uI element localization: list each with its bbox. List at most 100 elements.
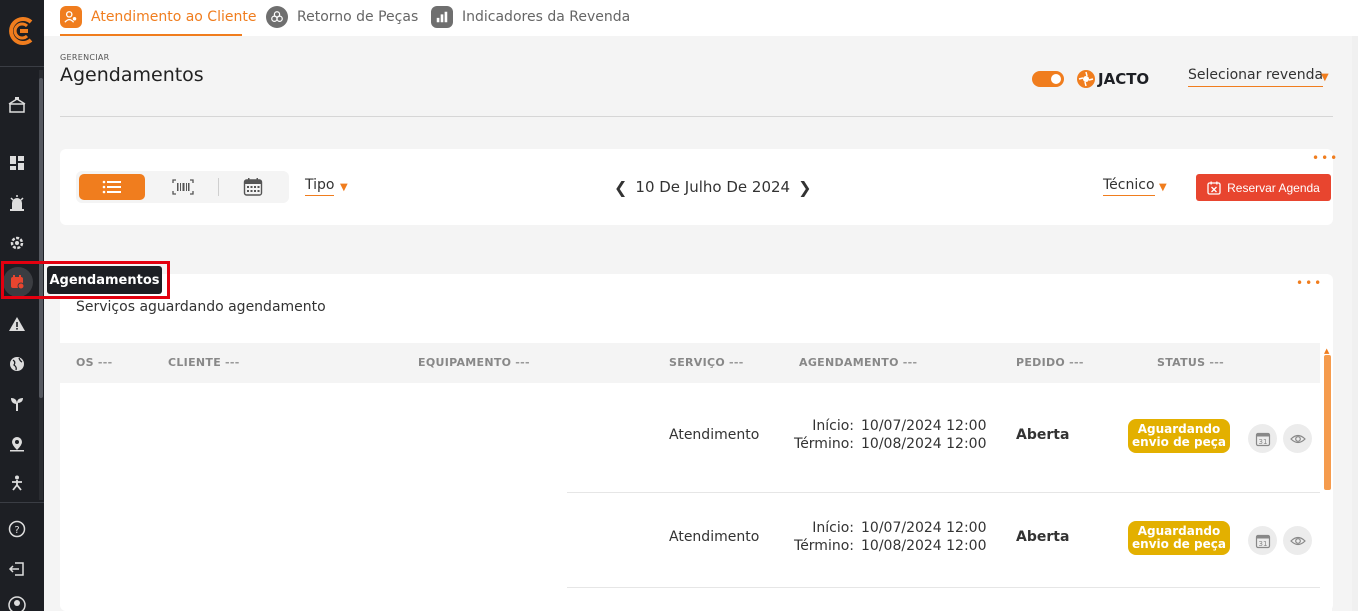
breadcrumb: GERENCIAR — [60, 53, 110, 62]
reservar-label: Reservar Agenda — [1227, 180, 1320, 195]
globe-icon[interactable] — [6, 353, 28, 375]
reservar-agenda-button[interactable]: Reservar Agenda — [1196, 174, 1331, 201]
calendar-grid-icon — [243, 178, 263, 196]
gear-icon[interactable] — [6, 232, 28, 254]
chevron-left-icon[interactable]: ❮ — [606, 178, 635, 197]
column-cliente[interactable]: CLIENTE --- — [168, 356, 240, 369]
calendar-view-button[interactable] — [230, 174, 276, 200]
sidebar-bottom-divider — [0, 502, 44, 503]
table-scroll-thumb[interactable] — [1324, 355, 1331, 490]
list-view-button[interactable] — [79, 174, 145, 200]
chevron-right-icon[interactable]: ❯ — [790, 178, 819, 197]
barcode-icon — [172, 179, 194, 195]
select-revenda-dropdown[interactable]: Selecionar revenda — [1188, 67, 1324, 87]
row-pedido: Aberta — [1016, 529, 1070, 545]
column-status[interactable]: STATUS --- — [1157, 356, 1224, 369]
column-options-icon[interactable]: --- — [98, 356, 113, 369]
page-title: Agendamentos — [60, 64, 204, 86]
toggle-knob — [1051, 74, 1061, 84]
svg-text:31: 31 — [1258, 540, 1267, 548]
status-badge: Aguardando envio de peça — [1128, 419, 1230, 453]
profile-icon[interactable] — [6, 594, 28, 611]
tecnico-dropdown[interactable]: Técnico — [1103, 177, 1155, 196]
tab-retorno-de-pecas[interactable]: Retorno de Peças — [266, 4, 418, 30]
tab-indicadores-da-revenda[interactable]: Indicadores da Revenda — [431, 4, 630, 30]
card-menu-dots-icon[interactable]: ••• — [1296, 276, 1323, 290]
jacto-logo-icon — [1077, 70, 1095, 88]
help-icon[interactable]: ? — [6, 518, 28, 540]
column-pedido[interactable]: PEDIDO --- — [1016, 356, 1084, 369]
calendar-31-icon: 31 — [1255, 534, 1270, 548]
highlight-box — [1, 261, 170, 299]
brand-name: JACTO — [1098, 70, 1150, 88]
schedule-button[interactable]: 31 — [1248, 424, 1277, 453]
parts-icon — [266, 6, 288, 28]
tab-atendimento-ao-cliente[interactable]: Atendimento ao Cliente — [60, 4, 256, 30]
row-inicio: 10/07/2024 12:00 — [861, 418, 987, 434]
schedule-button[interactable]: 31 — [1248, 526, 1277, 555]
person-icon[interactable] — [6, 472, 28, 494]
location-icon[interactable] — [6, 433, 28, 455]
sidebar-scroll-thumb[interactable] — [39, 78, 43, 398]
row-termino: 10/08/2024 12:00 — [861, 436, 987, 452]
column-options-icon[interactable]: --- — [515, 356, 530, 369]
calendar-x-icon — [1207, 181, 1221, 195]
eye-icon — [1289, 434, 1306, 443]
column-servico[interactable]: SERVIÇO --- — [669, 356, 744, 369]
row-servico: Atendimento — [669, 529, 760, 545]
row-termino-label: Término: — [794, 436, 854, 452]
view-button[interactable] — [1283, 424, 1312, 453]
list-icon — [102, 180, 121, 194]
view-divider — [218, 178, 219, 196]
table-title: Serviços aguardando agendamento — [76, 299, 326, 315]
chevron-down-icon[interactable]: ▼ — [1321, 72, 1329, 83]
row-termino-label: Término: — [794, 538, 854, 554]
warning-icon[interactable] — [6, 313, 28, 335]
brand-toggle[interactable] — [1032, 71, 1064, 87]
svg-text:?: ? — [14, 525, 19, 536]
view-button[interactable] — [1283, 526, 1312, 555]
row-termino: 10/08/2024 12:00 — [861, 538, 987, 554]
header-divider — [60, 116, 1333, 117]
app-logo-icon[interactable] — [5, 14, 39, 48]
chevron-down-icon[interactable]: ▼ — [340, 182, 348, 193]
scroll-up-arrow-icon[interactable]: ▲ — [1324, 347, 1329, 355]
bar-chart-icon — [431, 6, 453, 28]
dashboard-icon[interactable] — [6, 152, 28, 174]
calendar-31-icon: 31 — [1255, 432, 1270, 446]
row-divider — [567, 587, 1320, 588]
svg-text:31: 31 — [1258, 438, 1267, 446]
row-inicio-label: Início: — [812, 418, 854, 434]
column-options-icon[interactable]: --- — [1069, 356, 1084, 369]
logout-icon[interactable] — [6, 558, 28, 580]
column-options-icon[interactable]: --- — [729, 356, 744, 369]
date-navigator: ❮ 10 De Julho De 2024 ❯ — [606, 176, 820, 198]
status-badge: Aguardando envio de peça — [1128, 521, 1230, 555]
sidebar: ? — [0, 0, 44, 611]
row-inicio-label: Início: — [812, 520, 854, 536]
dealer-icon[interactable] — [6, 94, 28, 116]
row-divider — [567, 492, 1320, 493]
barcode-view-button[interactable] — [160, 174, 206, 200]
column-equipamento[interactable]: EQUIPAMENTO --- — [418, 356, 530, 369]
tab-label: Retorno de Peças — [297, 9, 419, 25]
tipo-dropdown[interactable]: Tipo — [305, 177, 335, 196]
card-menu-dots-icon[interactable]: ••• — [1312, 151, 1339, 165]
plant-icon[interactable] — [6, 393, 28, 415]
tab-label: Indicadores da Revenda — [462, 9, 631, 25]
row-servico: Atendimento — [669, 427, 760, 443]
column-options-icon[interactable]: --- — [225, 356, 240, 369]
column-agendamento[interactable]: AGENDAMENTO --- — [799, 356, 917, 369]
page-scrollbar[interactable] — [1352, 36, 1358, 611]
alarm-icon[interactable] — [6, 192, 28, 214]
chevron-down-icon[interactable]: ▼ — [1159, 182, 1167, 193]
column-options-icon[interactable]: --- — [1209, 356, 1224, 369]
column-options-icon[interactable]: --- — [903, 356, 918, 369]
eye-icon — [1289, 536, 1306, 545]
tab-label: Atendimento ao Cliente — [91, 9, 257, 25]
row-pedido: Aberta — [1016, 427, 1070, 443]
row-inicio: 10/07/2024 12:00 — [861, 520, 987, 536]
current-date: 10 De Julho De 2024 — [635, 178, 791, 196]
column-os[interactable]: OS --- — [76, 356, 112, 369]
brand-logo: JACTO — [1077, 69, 1149, 89]
